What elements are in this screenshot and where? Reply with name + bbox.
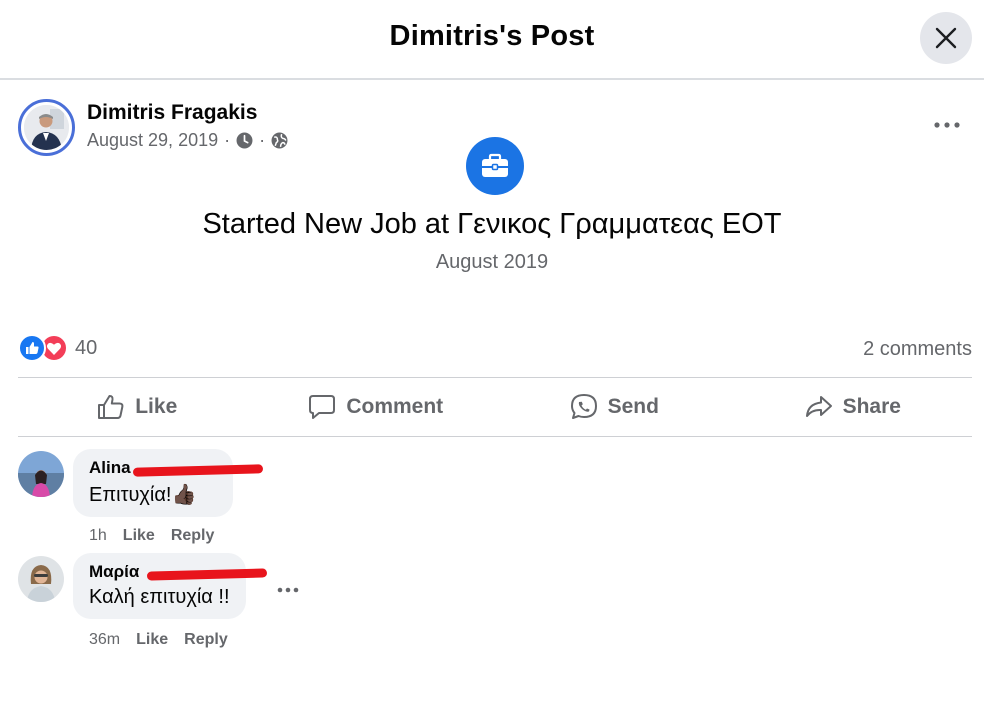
globe-icon <box>271 132 288 149</box>
dialog-title: Dimitris's Post <box>389 20 595 52</box>
comment-label: Comment <box>346 395 444 418</box>
avatar-photo <box>24 105 69 150</box>
comment-meta: 36m Like Reply <box>89 631 228 649</box>
post-meta: August 29, 2019 · · <box>87 130 288 151</box>
briefcase-icon <box>482 153 508 177</box>
reaction-summary[interactable]: 40 <box>18 334 97 362</box>
redaction-mark <box>146 568 268 581</box>
send-button[interactable]: Send <box>495 380 734 434</box>
comment-text: Καλή επιτυχία !! <box>89 586 230 608</box>
event-title: Started New Job at Γενικος Γραμματεας ΕΟ… <box>202 208 782 240</box>
like-label: Like <box>135 395 178 418</box>
comment-like-link[interactable]: Like <box>136 631 168 649</box>
comment-bubble: Alina Επιτυχία!👍🏿 <box>73 449 264 517</box>
comment-bubble: Μαρία Καλή επιτυχία !! <box>73 553 268 619</box>
clock-icon <box>236 132 253 149</box>
post-date[interactable]: August 29, 2019 <box>87 130 218 151</box>
reaction-count: 40 <box>75 336 98 359</box>
action-bar: Like Comment Send Share <box>18 380 972 434</box>
author-avatar[interactable] <box>18 99 75 156</box>
meta-separator-2: · <box>259 130 266 150</box>
commenter-name[interactable]: Μαρία <box>89 562 268 582</box>
thumbs-up-emoji: 👍🏿 <box>171 484 197 506</box>
comment-time[interactable]: 36m <box>89 631 120 649</box>
commenter-name[interactable]: Alina <box>89 458 264 478</box>
author-name[interactable]: Dimitris Fragakis <box>87 101 257 125</box>
comment-reply-link[interactable]: Reply <box>171 527 215 545</box>
meta-separator: · <box>224 130 231 150</box>
comment-button[interactable]: Comment <box>257 380 496 434</box>
thumbs-up-icon <box>98 395 124 419</box>
redaction-mark <box>132 464 264 477</box>
more-icon <box>277 587 299 593</box>
close-icon <box>935 27 957 49</box>
comment-icon <box>309 395 336 419</box>
comment-meta: 1h Like Reply <box>89 527 214 545</box>
divider-bottom <box>18 436 972 437</box>
comment-options-button[interactable] <box>273 578 303 602</box>
send-icon <box>570 394 597 419</box>
comment-reply-link[interactable]: Reply <box>184 631 228 649</box>
post-options-button[interactable] <box>930 112 964 138</box>
comment-like-link[interactable]: Like <box>123 527 155 545</box>
more-icon <box>934 122 960 128</box>
job-event-badge <box>466 137 524 195</box>
comment-text: Επιτυχία!👍🏿 <box>89 484 197 506</box>
commenter-photo <box>18 451 64 497</box>
like-reaction-icon <box>18 334 46 362</box>
like-button[interactable]: Like <box>18 380 257 434</box>
share-label: Share <box>842 395 901 418</box>
close-button[interactable] <box>920 12 972 64</box>
event-date: August 2019 <box>435 251 549 273</box>
comment-avatar[interactable] <box>18 556 64 602</box>
dialog-header: Dimitris's Post <box>0 0 984 80</box>
share-button[interactable]: Share <box>734 380 973 434</box>
comment-time[interactable]: 1h <box>89 527 107 545</box>
divider-top <box>18 377 972 378</box>
comment-avatar[interactable] <box>18 451 64 497</box>
commenter-photo <box>18 556 64 602</box>
comments-count[interactable]: 2 comments <box>863 338 972 361</box>
send-label: Send <box>607 395 659 418</box>
share-icon <box>805 396 832 417</box>
